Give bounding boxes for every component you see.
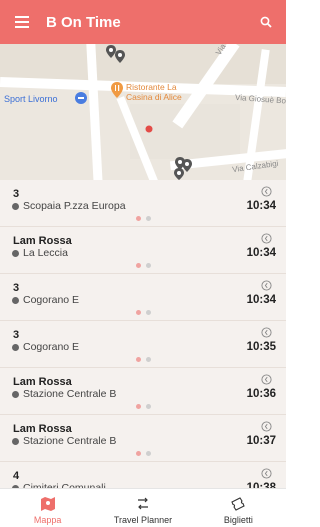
tab-biglietti[interactable]: Biglietti [191,489,286,527]
ticket-icon [231,497,246,511]
current-location-icon [145,125,153,133]
stop-name-wrap: La Leccia [12,247,68,259]
line-number: 4 [13,470,20,482]
departures-list[interactable]: 3 Scopaia P.zza Europa 10:34 Lam Rossa La Le… [0,180,286,488]
bus-stop-pin-icon[interactable] [105,44,129,66]
departure-time: 10:35 [246,341,276,353]
map-view[interactable]: Sport Livorno Ristorante La Casina di Al… [0,44,286,180]
menu-button[interactable] [0,0,44,44]
clock-icon [261,421,272,432]
map-icon [40,497,55,511]
departure-row[interactable]: 3 Scopaia P.zza Europa 10:34 [0,180,286,227]
row-pager[interactable] [0,310,286,315]
departure-time: 10:37 [246,435,276,447]
departure-row[interactable]: 4 Cimiteri Comunali 10:38 [0,462,286,488]
tab-biglietti-label: Biglietti [223,515,253,525]
departure-time: 10:34 [246,200,276,212]
pager-dot [145,310,151,315]
line-number: 3 [13,329,20,341]
pager-dot [135,310,141,315]
line-number: 3 [13,188,20,200]
pager-dot [145,263,151,268]
departure-time: 10:36 [246,388,276,400]
pager-dot [145,404,151,409]
stop-name-wrap: Cogorano E [12,341,79,353]
tab-mappa-label: Mappa [33,515,62,525]
row-pager[interactable] [0,404,286,409]
hamburger-icon [15,16,29,28]
stop-name-wrap: Cogorano E [12,294,79,306]
map-label-restaurant-line2: Casina di Alice [126,92,182,102]
line-number: Lam Rossa [13,235,72,247]
departure-row[interactable]: Lam Rossa Stazione Centrale B 10:37 [0,415,286,462]
stop-name: La Leccia [23,247,68,259]
route-icon [137,497,148,510]
clock-icon [261,186,272,197]
row-pager[interactable] [0,451,286,456]
line-number: Lam Rossa [13,376,72,388]
stop-name: Cogorano E [23,294,80,306]
map-label-sport: Sport Livorno [4,94,58,104]
restaurant-icon [111,82,123,98]
stop-name-wrap: Stazione Centrale B [12,388,116,400]
pager-dot [135,216,141,221]
tab-travel-planner-label: Travel Planner [113,515,173,525]
pager-dot [135,404,141,409]
clock-icon [261,374,272,385]
departure-row[interactable]: 3 Cogorano E 10:34 [0,274,286,321]
clock-icon [261,280,272,291]
departure-time: 10:34 [246,247,276,259]
tab-mappa[interactable]: Mappa [0,489,95,527]
tab-travel-planner[interactable]: Travel Planner [95,489,190,527]
clock-icon [261,468,272,479]
stop-dot-icon [12,202,19,210]
pager-dot [135,263,141,268]
departure-time: 10:34 [246,294,276,306]
stop-dot-icon [12,343,19,351]
stop-name-wrap: Stazione Centrale B [12,435,116,447]
line-number: Lam Rossa [13,423,72,435]
line-number: 3 [13,282,20,294]
app-bar: B On Time [0,0,286,44]
stop-name-wrap: Scopaia P.zza Europa [12,200,126,212]
clock-icon [261,327,272,338]
stop-name: Stazione Centrale B [23,435,117,447]
map-label-restaurant: Ristorante La Casina di Alice [126,82,182,102]
row-pager[interactable] [0,263,286,268]
stop-dot-icon [12,390,19,398]
pager-dot [135,451,141,456]
departure-row[interactable]: 3 Cogorano E 10:35 [0,321,286,368]
search-icon [260,16,272,28]
bottom-tab-bar: Mappa Travel Planner Biglietti [0,488,286,527]
stop-dot-icon [12,249,19,257]
stop-name: Cogorano E [23,341,80,353]
pager-dot [135,357,141,362]
departure-row[interactable]: Lam Rossa Stazione Centrale B 10:36 [0,368,286,415]
stop-name: Scopaia P.zza Europa [23,200,126,212]
app-title: B On Time [46,13,121,31]
bus-stop-pin-icon[interactable] [172,156,200,180]
stop-dot-icon [12,296,19,304]
pager-dot [145,451,151,456]
search-button[interactable] [246,0,286,44]
gym-icon [75,92,87,104]
pager-dot [145,216,151,221]
row-pager[interactable] [0,357,286,362]
row-pager[interactable] [0,216,286,221]
clock-icon [261,233,272,244]
stop-dot-icon [12,437,19,445]
map-label-restaurant-line1: Ristorante La [126,82,177,92]
departure-row[interactable]: Lam Rossa La Leccia 10:34 [0,227,286,274]
stop-name: Stazione Centrale B [23,388,117,400]
pager-dot [145,357,151,362]
